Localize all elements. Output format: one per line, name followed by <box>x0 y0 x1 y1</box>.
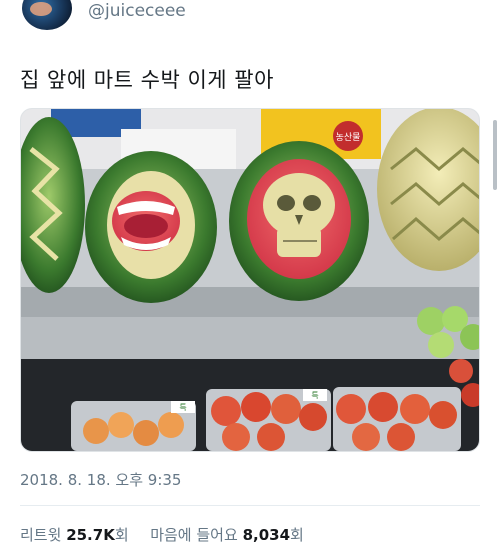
retweet-unit: 회 <box>114 526 129 544</box>
scrollbar[interactable] <box>493 120 497 190</box>
price-sign: 농산물 <box>336 132 361 143</box>
tweet-timestamp[interactable]: 2018. 8. 18. 오후 9:35 <box>20 469 181 490</box>
like-unit: 회 <box>290 526 304 544</box>
retweet-count[interactable]: 25.7K <box>66 526 115 544</box>
divider-top <box>20 505 480 506</box>
tray-label-2: 특 <box>311 391 318 400</box>
user-avatar[interactable] <box>22 0 72 30</box>
tweet-text: 집 앞에 마트 수박 이게 팔아 <box>20 68 274 92</box>
like-count[interactable]: 8,034 <box>243 526 290 544</box>
like-label: 마음에 들어요 <box>150 526 238 544</box>
tweet-stats: 리트윗 25.7K회 마음에 들어요 8,034회 <box>20 524 304 545</box>
user-handle[interactable]: @juiceceee <box>88 1 186 21</box>
tweet-header: @juiceceee <box>0 0 500 40</box>
watermelon-display-image: 농산물 특 특 <box>21 109 479 451</box>
retweet-label: 리트윗 <box>20 526 62 544</box>
tray-label-1: 특 <box>179 403 186 412</box>
tweet-photo[interactable]: 농산물 특 특 <box>20 108 480 452</box>
